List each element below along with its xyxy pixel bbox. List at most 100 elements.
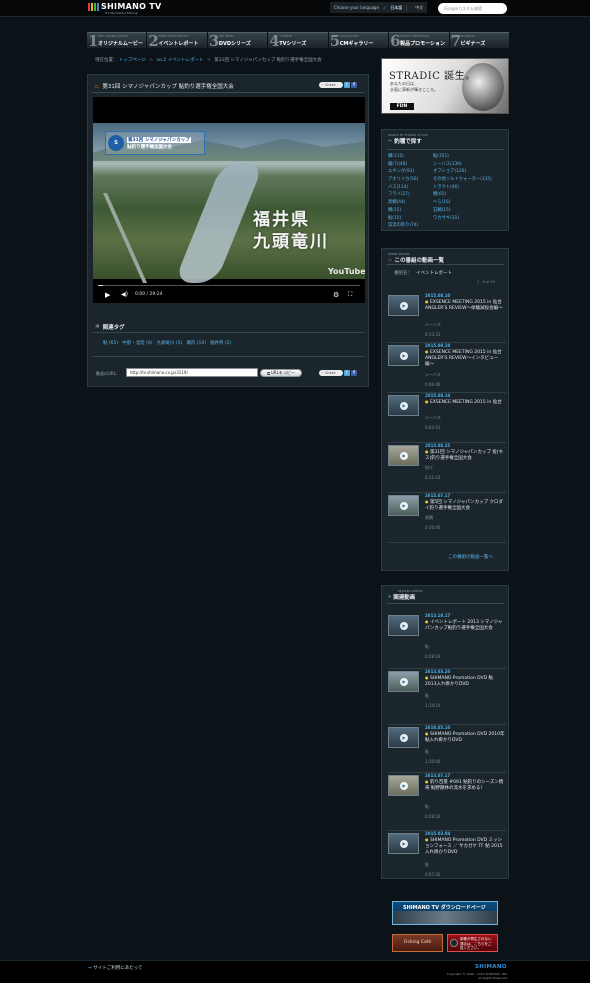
species-item[interactable]: 石鯛(15) bbox=[433, 207, 506, 213]
video-link[interactable]: ● 第5回 シマノジャパンカップ クロダイ釣り選手権全国大会 bbox=[425, 499, 505, 512]
species-title: 釣種で探す bbox=[394, 139, 422, 145]
play-icon[interactable]: ▶ bbox=[105, 291, 110, 299]
species-item[interactable]: トラウト(46) bbox=[433, 184, 506, 190]
species-item[interactable]: その他ソルトウォーター(135) bbox=[433, 176, 506, 182]
url-label: 動画のURL： bbox=[96, 371, 120, 376]
video-link[interactable]: ● SHIMANO Promotion DVD 2010年 鮎入れ掛かりDVD bbox=[425, 731, 505, 744]
species-item[interactable]: 鯉(65) bbox=[433, 191, 506, 197]
nav-item-original-movies[interactable]: 1 NEXT ORIGINAL MOVIES オリジナルムービー bbox=[87, 32, 147, 48]
language-option-chinese[interactable]: 中文 bbox=[406, 4, 423, 11]
terms-link[interactable]: ⇒ サイトご利用にあたって bbox=[88, 965, 143, 971]
video-url-field[interactable] bbox=[126, 368, 258, 377]
facebook-icon[interactable]: f bbox=[351, 370, 357, 376]
list-item[interactable]: ▶ 2015.08.10 ● EXSENCE MEETING 2015 in 仙… bbox=[388, 393, 506, 443]
nav-label: CMギャラリー bbox=[339, 41, 374, 47]
check-button[interactable]: ✓ Check bbox=[319, 82, 343, 88]
list-item[interactable]: ▶ 2015.08.25 ● 第31回 シマノジャパンカップ 投(キス)釣り選手… bbox=[388, 443, 506, 493]
video-link[interactable]: ● SHIMANO Promotion DVD ミッションフォース ／ サカガケ… bbox=[425, 837, 505, 857]
video-link[interactable]: ● EXSENCE MEETING 2015 in 仙台 ANGLER'S RE… bbox=[425, 299, 505, 312]
list-item[interactable]: ▶ 2015.08.10 ● EXSENCE MEETING 2015 in 仙… bbox=[388, 343, 506, 393]
species-item[interactable]: オフショア(126) bbox=[433, 168, 506, 174]
breadcrumb-link-event-report[interactable]: vo.2 イベントレポート bbox=[157, 58, 204, 63]
program-videos-more-link[interactable]: この番組の動画一覧へ bbox=[448, 554, 493, 560]
facebook-icon[interactable]: f bbox=[351, 82, 357, 88]
shimano-tv-logo[interactable]: SHIMANO TV It's Wonderful Fishing! bbox=[88, 2, 162, 15]
tag-kuzuryu[interactable]: 九頭竜川 (5) bbox=[156, 340, 182, 346]
list-item[interactable]: ▶ 2015.08.10 ● EXSENCE MEETING 2015 in 仙… bbox=[388, 293, 506, 343]
volume-icon[interactable]: ◀) bbox=[121, 291, 128, 298]
fullscreen-icon[interactable]: ⛶ bbox=[348, 291, 352, 299]
nav-item-cm-gallery[interactable]: 5 TVCM GALLERY CMギャラリー bbox=[328, 32, 389, 48]
list-item[interactable]: ▶ 2015.07.17 ● 第5回 シマノジャパンカップ クロダイ釣り選手権全… bbox=[388, 493, 506, 543]
species-item[interactable]: アオリイカ(56) bbox=[388, 176, 433, 182]
species-item[interactable]: エギング(93) bbox=[388, 168, 433, 174]
progress-bar[interactable] bbox=[98, 285, 360, 286]
tag-fukui[interactable]: 福井県 (2) bbox=[210, 340, 231, 346]
species-item[interactable]: シーバス(136) bbox=[433, 161, 506, 167]
species-item[interactable]: 鮎(15) bbox=[388, 215, 433, 221]
species-item[interactable]: へら(16) bbox=[433, 199, 506, 205]
video-link[interactable]: ● EXSENCE MEETING 2015 in 仙台 bbox=[425, 399, 505, 406]
species-item[interactable]: ワカサギ(31) bbox=[433, 215, 506, 221]
list-item[interactable]: ▶ 2013.07.17 ● 釣り百景 #091 鮎釣りのシーズン携帯 鮎野題林… bbox=[388, 773, 506, 831]
twitter-icon[interactable]: t bbox=[344, 82, 350, 88]
download-page-banner[interactable]: SHIMANO TV ダウンロードページ bbox=[392, 901, 498, 925]
video-thumbnail[interactable]: ▶ bbox=[388, 833, 419, 854]
stradic-ad-banner[interactable]: STRADIC 誕生。 あなたの日は、 水面に革新が輝きこころ。 FDN bbox=[381, 58, 509, 114]
video-thumbnail[interactable]: ▶ bbox=[388, 495, 419, 516]
copy-url-button[interactable]: ⧉ URLをコピー bbox=[260, 369, 302, 377]
video-thumbnail[interactable]: ▶ bbox=[388, 775, 419, 796]
breadcrumb-current: 第31回 シマノジャパンカップ 鮎釣り選手権全国大会 bbox=[214, 58, 322, 63]
video-link[interactable]: ● イベントレポート 2013 シマノジャパンカップ鮎釣り選手権全国大会 bbox=[425, 619, 505, 632]
species-item[interactable]: 鯛(15) bbox=[388, 207, 433, 213]
list-item[interactable]: ▶ 2015.03.04 ● SHIMANO Promotion DVD ミッシ… bbox=[388, 831, 506, 883]
nav-item-dvd-series[interactable]: 3 DVD SERIES DVDシリーズ bbox=[207, 32, 268, 48]
nav-item-product-promotion[interactable]: 6 PRODUCT PROMOTION 製品プロモーション bbox=[389, 32, 449, 48]
nav-label: オリジナルムービー bbox=[98, 41, 143, 47]
video-link[interactable]: ● EXSENCE MEETING 2015 in 仙台 ANGLER'S RE… bbox=[425, 349, 505, 369]
species-item[interactable]: 鮎(351) bbox=[433, 153, 506, 159]
species-item[interactable] bbox=[433, 222, 506, 228]
species-item[interactable]: 渓流の釣り(74) bbox=[388, 222, 433, 228]
help-banner[interactable]: 映像が再生されない 場合は、こちらをご 覧ください。 bbox=[447, 934, 498, 952]
ad-copy-line2: 水面に革新が輝きこころ。 bbox=[390, 87, 438, 92]
language-option-japanese[interactable]: 日本語 bbox=[390, 5, 402, 11]
video-duration: 1:14:10 bbox=[425, 703, 441, 708]
video-thumbnail[interactable]: ▶ bbox=[388, 445, 419, 466]
list-item[interactable]: ▶ 2013.03.20 ● SHIMANO Promotion DVD 鮎 2… bbox=[388, 669, 506, 725]
species-item[interactable]: 黒鯛(44) bbox=[388, 199, 433, 205]
youtube-logo[interactable]: YouTube bbox=[328, 267, 365, 276]
species-item[interactable]: 鯛(110) bbox=[388, 153, 433, 159]
nav-item-beginners[interactable]: 7 BEGINNERS ビギナーズ bbox=[449, 32, 509, 48]
tag-ayu[interactable]: 鮎 (65) bbox=[103, 340, 118, 346]
overlay-line1: 福井県 bbox=[253, 210, 310, 230]
list-item[interactable]: ▶ 2010.05.10 ● SHIMANO Promotion DVD 201… bbox=[388, 725, 506, 773]
check-button[interactable]: ✓ Check bbox=[319, 370, 343, 376]
video-thumbnail[interactable]: ▶ bbox=[388, 671, 419, 692]
gear-icon[interactable]: ⚙ bbox=[333, 291, 339, 299]
nav-item-event-report[interactable]: 2 EVENT REPORT MOVIES イベントレポート bbox=[147, 32, 207, 48]
shimano-footer-logo[interactable]: SHIMANO bbox=[475, 964, 507, 970]
program-selector[interactable]: 番組名： イベントレポート bbox=[394, 270, 452, 276]
tag-chubu-hokuriku[interactable]: 中部・北陸 (6) bbox=[122, 340, 152, 346]
video-player[interactable]: S 第31回 シマノジャパンカップ 鮎釣り選手権全国大会 福井県 九頭竜川 Yo… bbox=[93, 97, 365, 303]
video-link[interactable]: ● 釣り百景 #091 鮎釣りのシーズン携帯 鮎野題林の流水を求める！ bbox=[425, 779, 505, 792]
search-input[interactable]: Googleカスタム検索 bbox=[438, 3, 507, 14]
video-thumbnail[interactable]: ▶ bbox=[388, 395, 419, 416]
tag-senai[interactable]: 瀬内 (10) bbox=[186, 340, 206, 346]
breadcrumb-link-top[interactable]: トップページ bbox=[119, 58, 146, 63]
nav-sublabel: TV SERIES bbox=[279, 35, 293, 38]
species-item[interactable]: 磯(7)(48) bbox=[388, 161, 433, 167]
video-link[interactable]: ● SHIMANO Promotion DVD 鮎 2013入れ掛かりDVD bbox=[425, 675, 505, 688]
video-thumbnail[interactable]: ▶ bbox=[388, 727, 419, 748]
video-thumbnail[interactable]: ▶ bbox=[388, 295, 419, 316]
species-item[interactable]: フライ(27) bbox=[388, 191, 433, 197]
twitter-icon[interactable]: t bbox=[344, 370, 350, 376]
video-thumbnail[interactable]: ▶ bbox=[388, 345, 419, 366]
fishing-cafe-banner[interactable]: Fishing Café bbox=[392, 934, 443, 952]
nav-item-tv-series[interactable]: 4 TV SERIES TVシリーズ bbox=[268, 32, 328, 48]
list-item[interactable]: ▶ 2013.10.17 ● イベントレポート 2013 シマノジャパンカップ鮎… bbox=[388, 613, 506, 669]
video-link[interactable]: ● 第31回 シマノジャパンカップ 投(キス)釣り選手権全国大会 bbox=[425, 449, 505, 462]
species-item[interactable]: バス(114) bbox=[388, 184, 433, 190]
video-thumbnail[interactable]: ▶ bbox=[388, 615, 419, 636]
